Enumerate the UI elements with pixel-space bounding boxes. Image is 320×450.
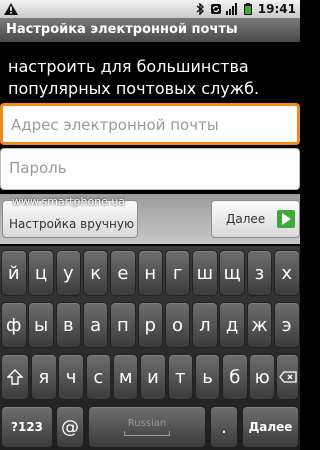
numbers-key[interactable]: ?123 xyxy=(1,406,53,448)
status-time: 19:41 xyxy=(257,2,296,16)
password-field[interactable]: Пароль xyxy=(0,148,300,190)
key-д[interactable]: д xyxy=(219,302,245,348)
key-я[interactable]: я xyxy=(31,354,57,400)
key-ч[interactable]: ч xyxy=(58,354,84,400)
window-title: Настройка электронной почты xyxy=(0,18,300,42)
status-left xyxy=(4,3,18,15)
key-ж[interactable]: ж xyxy=(246,302,273,348)
email-placeholder: Адрес электронной почты xyxy=(11,116,219,134)
status-bar: 19:41 xyxy=(0,0,300,18)
shift-key[interactable] xyxy=(1,354,29,400)
key-ю[interactable]: ю xyxy=(249,354,275,400)
key-ф[interactable]: ф xyxy=(1,302,27,348)
watermark: www.smartphone.ua xyxy=(12,195,126,208)
key-м[interactable]: м xyxy=(112,354,139,400)
key-у[interactable]: у xyxy=(55,250,82,296)
key-п[interactable]: п xyxy=(110,302,136,348)
key-н[interactable]: н xyxy=(137,250,163,296)
key-о[interactable]: о xyxy=(164,302,191,348)
next-label: Далее xyxy=(226,212,266,226)
key-х[interactable]: х xyxy=(274,250,300,296)
at-key[interactable]: @ xyxy=(56,406,84,448)
key-э[interactable]: э xyxy=(274,302,300,348)
status-right: 19:41 xyxy=(194,2,296,16)
key-л[interactable]: л xyxy=(192,302,218,348)
battery-icon xyxy=(243,3,252,15)
key-з[interactable]: з xyxy=(246,250,273,296)
warning-icon xyxy=(4,3,18,15)
key-ы[interactable]: ы xyxy=(28,302,54,348)
key-ь[interactable]: ь xyxy=(194,354,221,400)
key-ш[interactable]: ш xyxy=(192,250,218,296)
email-setup-screen: 19:41 Настройка электронной почты настро… xyxy=(0,0,300,450)
intro-text: настроить для большинства популярных поч… xyxy=(8,56,296,100)
intro-line-2: популярных почтовых служб. xyxy=(8,79,260,98)
key-г[interactable]: г xyxy=(164,250,191,296)
sync-icon xyxy=(210,4,221,14)
enter-key[interactable]: Далее xyxy=(242,406,299,448)
key-й[interactable]: й xyxy=(1,250,27,296)
key-а[interactable]: а xyxy=(82,302,109,348)
arrow-right-icon xyxy=(277,210,295,228)
signal-icon xyxy=(225,3,237,15)
onscreen-keyboard: ?123 @ Russian . Далее йцукенгшщзх фывапр… xyxy=(0,246,300,450)
key-в[interactable]: в xyxy=(55,302,82,348)
period-key[interactable]: . xyxy=(210,406,238,448)
intro-line-1: настроить для большинства xyxy=(8,57,249,76)
space-key[interactable]: Russian xyxy=(88,406,206,448)
space-bar-icon xyxy=(124,431,170,436)
key-е[interactable]: е xyxy=(110,250,136,296)
key-ц[interactable]: ц xyxy=(28,250,54,296)
shift-icon xyxy=(7,369,23,385)
key-и[interactable]: и xyxy=(140,354,166,400)
key-к[interactable]: к xyxy=(82,250,109,296)
key-р[interactable]: р xyxy=(137,302,163,348)
space-language-label: Russian xyxy=(127,418,167,429)
key-с[interactable]: с xyxy=(85,354,112,400)
key-т[interactable]: т xyxy=(167,354,193,400)
bluetooth-icon xyxy=(196,3,204,15)
key-щ[interactable]: щ xyxy=(219,250,245,296)
key-б[interactable]: б xyxy=(222,354,248,400)
email-field[interactable]: Адрес электронной почты xyxy=(0,103,300,145)
password-placeholder: Пароль xyxy=(9,159,67,177)
next-button[interactable]: Далее xyxy=(211,200,300,238)
backspace-key[interactable] xyxy=(276,354,299,400)
manual-setup-label: Настройка вручную xyxy=(9,217,135,231)
backspace-icon xyxy=(278,371,297,383)
